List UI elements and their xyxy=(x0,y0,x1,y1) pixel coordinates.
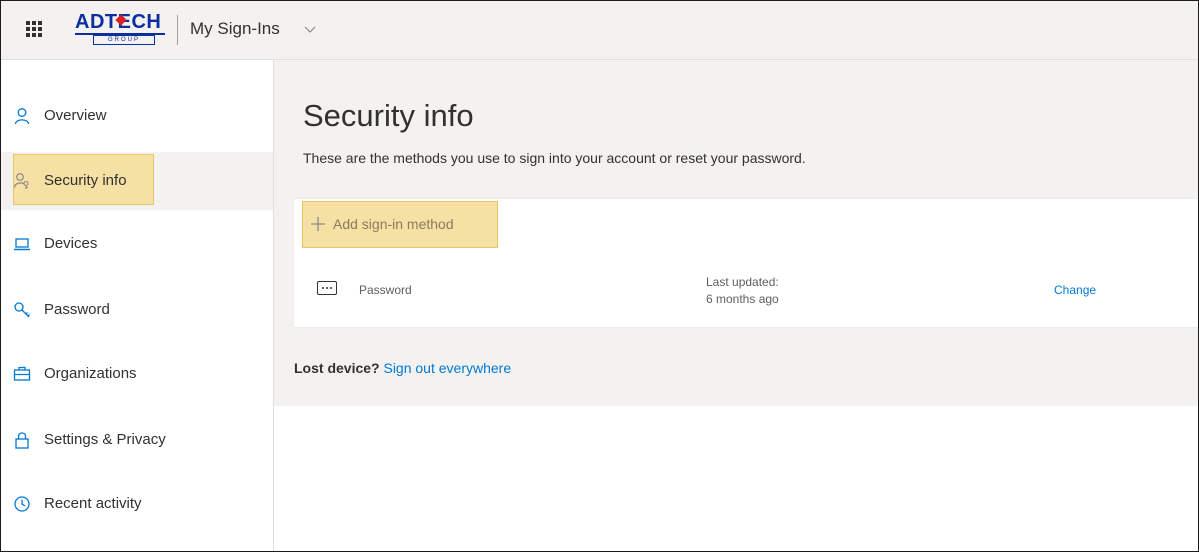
lock-icon xyxy=(15,432,29,449)
chevron-down-icon[interactable] xyxy=(303,23,317,35)
lost-device-row: Lost device? Sign out everywhere xyxy=(294,360,511,376)
last-updated-label: Last updated: xyxy=(706,275,779,289)
sidebar-nav: Overview Security info Devices Password … xyxy=(1,60,274,551)
logo-subtext: GROUP xyxy=(93,35,155,45)
sidebar-item-label: Security info xyxy=(44,172,127,189)
change-password-link[interactable]: Change xyxy=(1054,283,1096,297)
sidebar-item-overview[interactable]: Overview xyxy=(1,90,273,142)
person-icon xyxy=(14,108,30,125)
app-launcher-icon[interactable] xyxy=(26,21,42,37)
sidebar-item-security-info[interactable]: Security info xyxy=(1,152,273,210)
sidebar-item-label: Organizations xyxy=(44,365,137,382)
sidebar-item-label: Settings & Privacy xyxy=(44,431,166,448)
sidebar-item-label: Recent activity xyxy=(44,495,142,512)
add-sign-in-method-button[interactable]: Add sign-in method xyxy=(302,201,498,248)
sign-out-everywhere-link[interactable]: Sign out everywhere xyxy=(383,360,511,376)
top-bar: ADTECH GROUP My Sign-Ins xyxy=(1,1,1198,60)
sidebar-item-organizations[interactable]: Organizations xyxy=(1,348,273,400)
laptop-icon xyxy=(14,238,30,251)
sidebar-item-devices[interactable]: Devices xyxy=(1,218,273,270)
last-updated-value: 6 months ago xyxy=(706,292,779,306)
app-window: ADTECH GROUP My Sign-Ins Overview xyxy=(0,0,1199,552)
person-key-icon xyxy=(13,173,29,189)
header-divider xyxy=(177,15,178,45)
sidebar-item-recent-activity[interactable]: Recent activity xyxy=(1,478,273,530)
briefcase-icon xyxy=(13,366,31,381)
company-logo[interactable]: ADTECH GROUP xyxy=(75,11,167,45)
methods-card: Add sign-in method Password Last updated… xyxy=(294,199,1198,327)
key-icon xyxy=(14,302,30,318)
password-dots-icon xyxy=(317,281,337,295)
lost-device-question: Lost device? xyxy=(294,360,380,376)
sidebar-item-label: Devices xyxy=(44,235,98,252)
sidebar-item-label: Password xyxy=(44,301,110,318)
sidebar-item-password[interactable]: Password xyxy=(1,284,273,336)
plus-icon xyxy=(311,217,325,231)
method-name: Password xyxy=(359,283,412,297)
sidebar-item-label: Overview xyxy=(44,107,107,124)
page-title: Security info xyxy=(303,98,474,133)
sidebar-item-settings-privacy[interactable]: Settings & Privacy xyxy=(1,414,273,466)
app-title[interactable]: My Sign-Ins xyxy=(190,19,280,39)
main-content: Security info These are the methods you … xyxy=(274,60,1198,406)
add-sign-in-method-label: Add sign-in method xyxy=(333,216,454,232)
page-description: These are the methods you use to sign in… xyxy=(303,150,806,166)
history-icon xyxy=(14,496,30,512)
